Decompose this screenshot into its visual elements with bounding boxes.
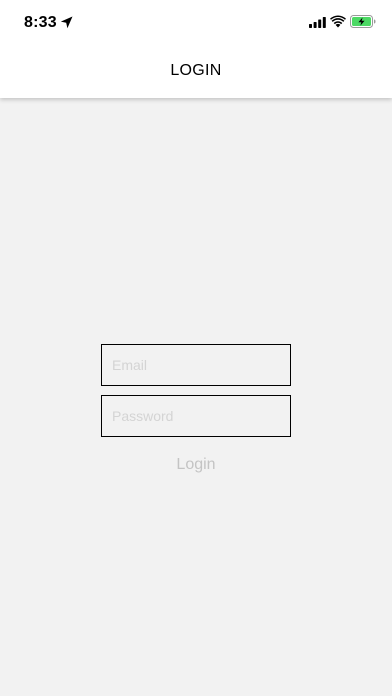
password-field[interactable] [101, 395, 291, 437]
page-title: LOGIN [170, 62, 222, 79]
header: 8:33 LOGIN [0, 0, 392, 98]
status-bar: 8:33 [0, 0, 392, 48]
cellular-signal-icon [309, 17, 326, 28]
email-field[interactable] [101, 344, 291, 386]
battery-charging-icon [350, 15, 376, 28]
location-arrow-icon [60, 16, 73, 29]
wifi-icon [330, 15, 346, 28]
login-screen: 8:33 LOGIN Email Login [0, 0, 392, 696]
status-time: 8:33 [24, 14, 57, 31]
login-button[interactable]: Login [146, 452, 246, 478]
